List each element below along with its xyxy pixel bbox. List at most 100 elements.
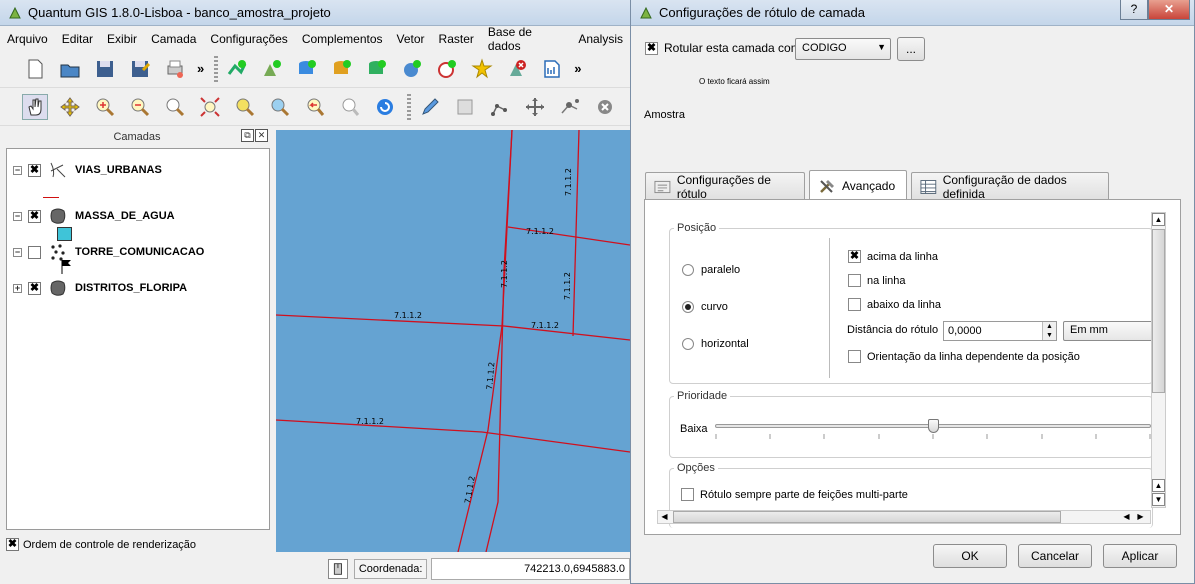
toolbar-grip-icon[interactable] xyxy=(407,93,411,120)
ok-button[interactable]: OK xyxy=(933,544,1007,568)
vertical-scrollbar[interactable]: ▲ ▲ ▼ xyxy=(1151,212,1166,508)
pan-icon[interactable] xyxy=(22,93,48,120)
layer-visibility-checkbox[interactable]: ✖ xyxy=(28,209,41,223)
save-as-icon[interactable] xyxy=(127,56,153,82)
dialog-close-button[interactable]: ✕ xyxy=(1148,0,1190,20)
toolbar-grip-icon[interactable] xyxy=(214,55,219,82)
menu-base-de-dados[interactable]: Base de dados xyxy=(481,25,571,53)
scroll-down-icon[interactable]: ▼ xyxy=(1152,493,1165,506)
node-tool-icon[interactable] xyxy=(557,94,583,120)
pan-to-selection-icon[interactable] xyxy=(57,94,83,120)
zoom-last-icon[interactable] xyxy=(302,94,328,120)
add-wms-layer-icon[interactable] xyxy=(399,56,425,82)
add-wfs-layer-icon[interactable] xyxy=(434,56,460,82)
collapse-icon[interactable]: − xyxy=(13,247,22,257)
zoom-in-icon[interactable] xyxy=(92,94,118,120)
collapse-icon[interactable]: − xyxy=(13,165,22,175)
help-button[interactable]: ? xyxy=(1120,0,1148,20)
toolbar-overflow-2[interactable]: » xyxy=(574,61,581,76)
add-postgis-layer-icon[interactable] xyxy=(294,56,320,82)
delete-selected-icon[interactable] xyxy=(592,94,618,120)
hscroll-thumb[interactable] xyxy=(673,511,1061,523)
menu-configuracoes[interactable]: Configurações xyxy=(203,32,294,46)
print-composer-icon[interactable] xyxy=(162,56,188,82)
undock-icon[interactable]: ⧉ xyxy=(241,129,254,142)
menu-analysis[interactable]: Analysis xyxy=(571,32,630,46)
radio-parallel[interactable]: paralelo xyxy=(682,264,740,276)
scroll-up-icon[interactable]: ▲ xyxy=(1152,213,1165,226)
layer-row-torre-comunicacao[interactable]: − TORRE_COMUNICACAO xyxy=(13,241,204,263)
radio-curved[interactable]: curvo xyxy=(682,301,728,313)
layer-row-massa-de-agua[interactable]: − ✖ MASSA_DE_AGUA xyxy=(13,205,175,227)
checkbox-orientation-dependent[interactable]: Orientação da linha dependente da posiçã… xyxy=(848,350,1080,363)
add-spatialite-layer-icon[interactable] xyxy=(329,56,355,82)
layer-visibility-checkbox[interactable]: ✖ xyxy=(28,163,41,177)
radio-horizontal[interactable]: horizontal xyxy=(682,338,749,350)
zoom-to-selection-icon[interactable] xyxy=(232,94,258,120)
save-edits-icon[interactable] xyxy=(452,94,478,120)
zoom-next-icon[interactable] xyxy=(337,94,363,120)
menu-camada[interactable]: Camada xyxy=(144,32,203,46)
menu-complementos[interactable]: Complementos xyxy=(295,32,390,46)
map-canvas[interactable]: 7.1.1.2 7.1.1.2 7.1.1.2 7.1.1.2 7.1.1.2 … xyxy=(276,130,630,552)
new-project-icon[interactable] xyxy=(22,56,48,82)
add-mssql-layer-icon[interactable] xyxy=(364,56,390,82)
render-order-checkbox[interactable]: ✖ xyxy=(6,538,19,551)
scroll-down-icon[interactable]: ▲ xyxy=(1152,479,1165,492)
new-shapefile-icon[interactable] xyxy=(469,56,495,82)
refresh-icon[interactable] xyxy=(372,94,398,120)
apply-button[interactable]: Aplicar xyxy=(1103,544,1177,568)
spin-arrows-icon[interactable]: ▲ ▼ xyxy=(1042,322,1056,340)
save-project-icon[interactable] xyxy=(92,56,118,82)
layer-row-distritos-floripa[interactable]: + ✖ DISTRITOS_FLORIPA xyxy=(13,277,187,299)
zoom-full-icon[interactable] xyxy=(197,94,223,120)
collapse-icon[interactable]: − xyxy=(13,211,22,221)
scroll-left-icon[interactable]: ◀ xyxy=(658,511,671,523)
menu-editar[interactable]: Editar xyxy=(55,32,100,46)
menu-raster[interactable]: Raster xyxy=(432,32,481,46)
tab-data-defined[interactable]: Configuração de dados definida xyxy=(911,172,1109,201)
layer-visibility-checkbox[interactable]: ✖ xyxy=(28,281,41,295)
menu-arquivo[interactable]: Arquivo xyxy=(0,32,55,46)
checkbox-above-line[interactable]: ✖ acima da linha xyxy=(848,250,938,263)
render-order-control[interactable]: ✖ Ordem de controle de renderização xyxy=(6,538,196,551)
layer-row-vias-urbanas[interactable]: − ✖ VIAS_URBANAS xyxy=(13,159,162,181)
horizontal-scrollbar[interactable]: ◀ ◀ ▶ xyxy=(657,510,1151,524)
label-field-select[interactable]: CODIGO ▼ xyxy=(795,38,891,60)
remove-layer-icon[interactable] xyxy=(504,56,530,82)
expression-button[interactable]: ... xyxy=(897,37,925,61)
tab-label-settings[interactable]: Configurações de rótulo xyxy=(645,172,805,201)
distance-input[interactable]: 0,0000 ▲ ▼ xyxy=(943,321,1057,341)
zoom-to-layer-icon[interactable] xyxy=(267,94,293,120)
checkbox-multipart[interactable]: Rótulo sempre parte de feições multi-par… xyxy=(681,488,908,501)
distance-unit-select[interactable]: Em mm xyxy=(1063,321,1153,341)
layer-visibility-checkbox[interactable] xyxy=(28,245,41,259)
add-vector-layer-icon[interactable] xyxy=(224,56,250,82)
menu-vetor[interactable]: Vetor xyxy=(390,32,432,46)
close-icon[interactable]: ✕ xyxy=(255,129,268,142)
toolbar-overflow-1[interactable]: » xyxy=(197,61,204,76)
move-feature-icon[interactable] xyxy=(522,94,548,120)
mouse-coordinate-icon[interactable] xyxy=(328,559,348,579)
zoom-out-icon[interactable] xyxy=(127,94,153,120)
add-raster-layer-icon[interactable] xyxy=(259,56,285,82)
tab-advanced[interactable]: Avançado xyxy=(809,170,907,200)
new-spatialite-icon[interactable] xyxy=(539,56,565,82)
menu-exibir[interactable]: Exibir xyxy=(100,32,144,46)
zoom-actual-icon[interactable] xyxy=(162,94,188,120)
open-project-icon[interactable] xyxy=(57,56,83,82)
slider-handle[interactable] xyxy=(927,419,939,433)
toggle-editing-icon[interactable] xyxy=(417,94,443,120)
scroll-right-icon[interactable]: ▶ xyxy=(1134,511,1147,523)
cancel-button[interactable]: Cancelar xyxy=(1018,544,1092,568)
scroll-thumb[interactable] xyxy=(1152,229,1165,393)
layer-tree[interactable]: − ✖ VIAS_URBANAS − ✖ MASSA_DE_AGUA − TOR… xyxy=(6,148,270,530)
scroll-left-icon[interactable]: ◀ xyxy=(1120,511,1133,523)
coordinate-field[interactable]: 742213.0,6945883.0 xyxy=(431,558,630,580)
priority-slider[interactable] xyxy=(715,419,1151,433)
expand-icon[interactable]: + xyxy=(13,283,22,293)
add-feature-icon[interactable] xyxy=(487,94,513,120)
label-layer-checkbox[interactable]: ✖ Rotular esta camada com xyxy=(645,41,801,55)
checkbox-below-line[interactable]: abaixo da linha xyxy=(848,298,941,311)
checkbox-on-line[interactable]: na linha xyxy=(848,274,906,287)
